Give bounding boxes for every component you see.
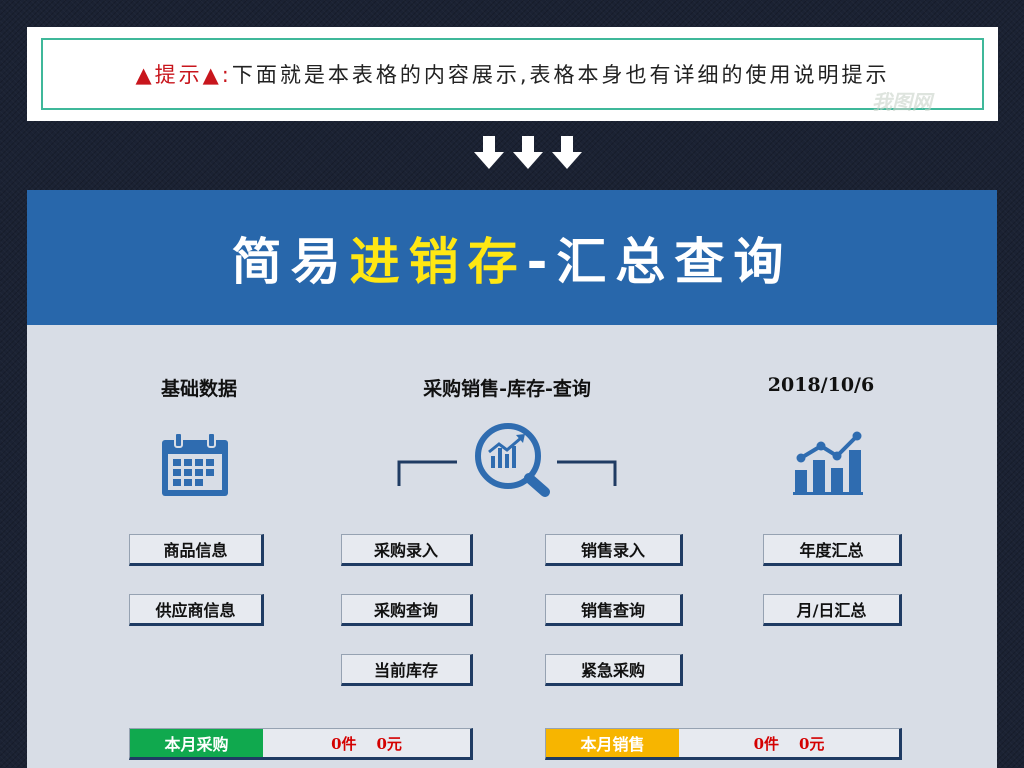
monthly-sales-values: 0件 0元 — [679, 729, 899, 757]
notice-prefix: ▲提示▲: — [135, 63, 232, 87]
notice-box: ▲提示▲: 下面就是本表格的内容展示,表格本身也有详细的使用说明提示 — [27, 27, 998, 121]
calendar-icon — [162, 432, 228, 496]
down-arrow-icon — [474, 136, 504, 170]
monthly-purchase-label: 本月采购 — [130, 729, 263, 757]
title-part2: 进销存 — [349, 232, 527, 291]
down-arrow-icon — [552, 136, 582, 170]
monthly-sales-amount: 0元 — [799, 734, 825, 753]
monthly-sales-count: 0件 — [753, 734, 779, 753]
monthly-purchase-summary: 本月采购 0件 0元 — [129, 728, 473, 760]
monthly-purchase-amount: 0元 — [376, 734, 402, 753]
notice-frame: ▲提示▲: 下面就是本表格的内容展示,表格本身也有详细的使用说明提示 — [41, 38, 984, 110]
monthly-purchase-values: 0件 0元 — [263, 729, 470, 757]
supplier-info-button[interactable]: 供应商信息 — [129, 594, 264, 626]
purchase-entry-button[interactable]: 采购录入 — [341, 534, 473, 566]
title-part1: 简易 — [231, 232, 350, 291]
current-stock-button[interactable]: 当前库存 — [341, 654, 473, 686]
product-info-button[interactable]: 商品信息 — [129, 534, 264, 566]
notice-text: 下面就是本表格的内容展示,表格本身也有详细的使用说明提示 — [231, 63, 890, 87]
monthly-sales-label: 本月销售 — [546, 729, 679, 757]
watermark-logo: 我图网 — [872, 90, 932, 114]
section-basic-title: 基础数据 — [160, 378, 237, 400]
sales-query-button[interactable]: 销售查询 — [545, 594, 683, 626]
page-title: 简易 进销存 -汇总查询 — [27, 190, 997, 325]
magnifier-chart-icon — [397, 423, 617, 497]
title-part3: -汇总查询 — [526, 232, 793, 291]
down-arrows — [474, 136, 582, 170]
date-label: 2018/10/6 — [767, 374, 875, 396]
monthly-sales-summary: 本月销售 0件 0元 — [545, 728, 902, 760]
yearly-summary-button[interactable]: 年度汇总 — [763, 534, 902, 566]
urgent-purchase-button[interactable]: 紧急采购 — [545, 654, 683, 686]
bar-chart-trend-icon — [793, 431, 863, 495]
purchase-query-button[interactable]: 采购查询 — [341, 594, 473, 626]
down-arrow-icon — [513, 136, 543, 170]
section-center-title: 采购销售-库存-查询 — [423, 378, 591, 400]
sales-entry-button[interactable]: 销售录入 — [545, 534, 683, 566]
monthly-daily-summary-button[interactable]: 月/日汇总 — [763, 594, 902, 626]
main-panel: 简易 进销存 -汇总查询 基础数据 采购销售-库存-查询 2018/10/6 商… — [27, 190, 997, 768]
monthly-purchase-count: 0件 — [331, 734, 357, 753]
